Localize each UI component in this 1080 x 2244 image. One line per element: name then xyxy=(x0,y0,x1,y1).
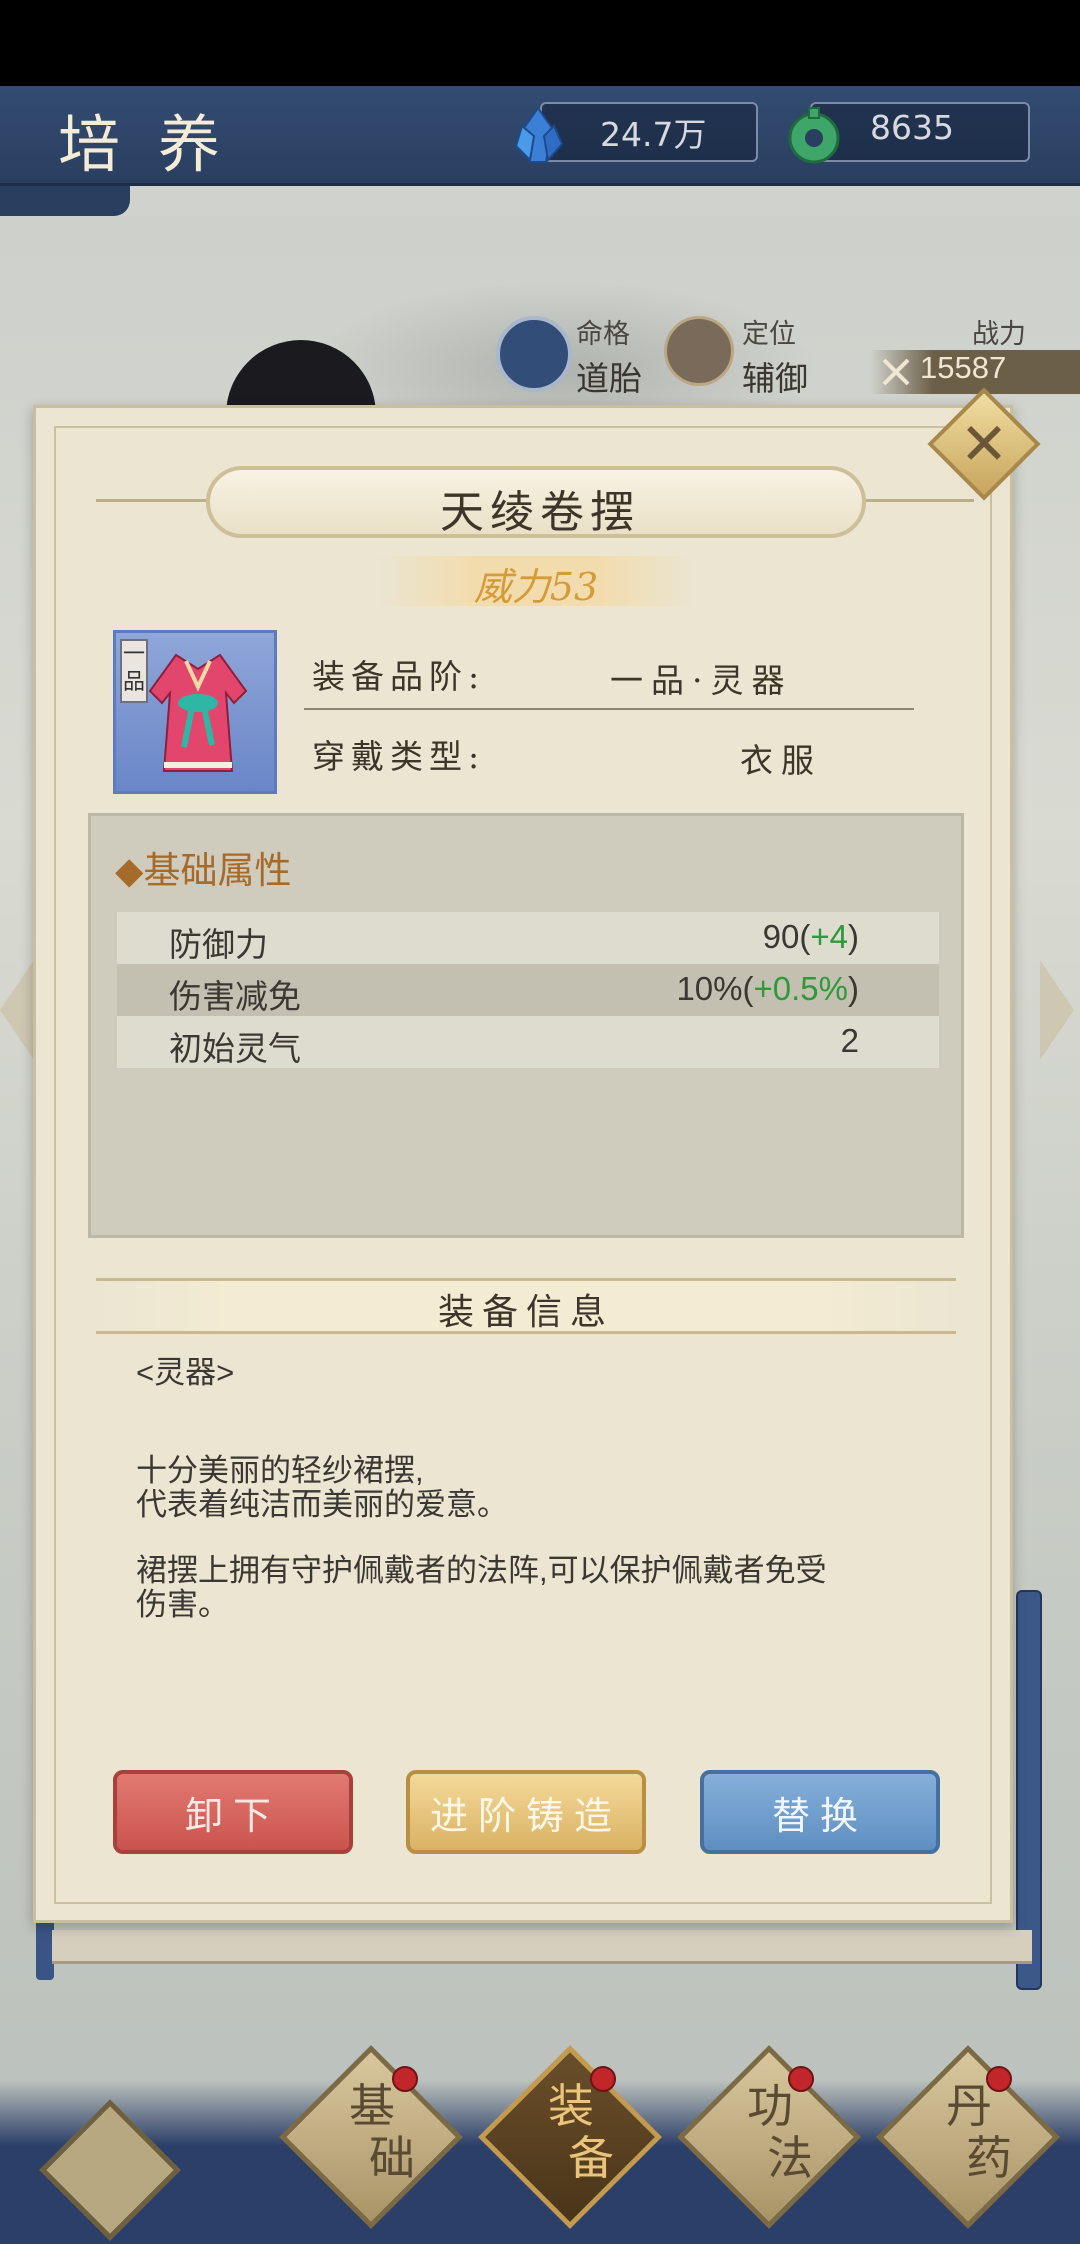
dingwei-value: 辅御 xyxy=(742,360,808,397)
tab-skills-label: 功法 xyxy=(747,2079,813,2185)
unequip-button[interactable]: 卸下 xyxy=(113,1770,353,1854)
item-category: <灵器> xyxy=(136,1355,235,1390)
power-ribbon: 威力53 xyxy=(376,556,696,609)
attribute-row: 初始灵气 2 xyxy=(117,1016,939,1068)
dingwei-label: 定位 xyxy=(742,319,796,349)
currency-value: 24.7万 xyxy=(600,115,707,154)
attribute-row: 防御力 90(+4) xyxy=(117,912,939,964)
replace-button[interactable]: 替换 xyxy=(700,1770,940,1854)
description-line: 十分美丽的轻纱裙摆, xyxy=(136,1453,424,1488)
info-banner: 装备信息 xyxy=(96,1278,956,1334)
swirl-icon xyxy=(496,316,572,392)
currency-spirit-stone[interactable]: 24.7万 xyxy=(540,102,758,162)
equipment-detail-panel: 天绫卷摆 ✕ 威力53 一品 装备品阶: 一品·灵器 穿戴类型: 衣服 ◆基础属… xyxy=(33,387,1041,1923)
description-line: 代表着纯洁而美丽的爱意。 xyxy=(136,1487,508,1522)
lotus-icon xyxy=(664,316,734,386)
info-divider xyxy=(304,708,914,710)
grade-value: 一品·灵器 xyxy=(610,661,793,700)
attribute-name: 初始灵气 xyxy=(169,1030,301,1067)
tab-pills-label: 丹药 xyxy=(946,2079,1012,2185)
attribute-name: 防御力 xyxy=(169,926,268,963)
scroll-bottom-edge xyxy=(52,1930,1032,1964)
attribute-box: ◆基础属性 防御力 90(+4) 伤害减免 10%(+0.5%) 初始灵气 2 xyxy=(88,813,964,1238)
title-ornament-right xyxy=(864,499,974,502)
currency-value: 8635 xyxy=(870,108,954,147)
close-icon[interactable]: ✕ xyxy=(954,414,1014,474)
top-header: 培养 24.7万 8635 xyxy=(0,86,1080,186)
notification-dot xyxy=(788,2066,814,2092)
notification-dot xyxy=(392,2066,418,2092)
grade-label: 装备品阶: xyxy=(312,657,486,696)
notification-dot xyxy=(986,2066,1012,2092)
description-line: 伤害。 xyxy=(136,1587,229,1622)
attribute-name: 伤害减免 xyxy=(169,978,301,1015)
header-tab-tail xyxy=(0,186,130,216)
type-value: 衣服 xyxy=(740,741,822,780)
info-title: 装备信息 xyxy=(437,1292,614,1333)
robe-icon xyxy=(148,653,248,772)
mingge-label: 命格 xyxy=(576,319,630,349)
item-name: 天绫卷摆 xyxy=(440,487,640,538)
attribute-row: 伤害减免 10%(+0.5%) xyxy=(117,964,939,1016)
upgrade-button[interactable]: 进阶铸造 xyxy=(406,1770,646,1854)
crystal-icon xyxy=(514,106,564,163)
page-title: 培养 xyxy=(58,108,259,181)
title-ornament-left xyxy=(96,499,208,502)
attribute-value: 90(+4) xyxy=(762,918,859,955)
grade-tag: 一品 xyxy=(120,639,148,703)
type-label: 穿戴类型: xyxy=(312,737,486,776)
item-power: 威力53 xyxy=(473,565,599,609)
tab-equipment-label: 装备 xyxy=(548,2079,614,2185)
status-bar xyxy=(0,0,1080,86)
sword-icon xyxy=(882,358,910,386)
tab-basic-label: 基础 xyxy=(349,2079,415,2185)
attribute-title: ◆基础属性 xyxy=(115,850,292,891)
power-value: 15587 xyxy=(920,350,1007,385)
left-arrow-icon[interactable] xyxy=(0,960,34,1060)
description-line: 裙摆上拥有守护佩戴者的法阵,可以保护佩戴者免受 xyxy=(136,1553,827,1588)
attribute-value: 2 xyxy=(840,1022,859,1059)
mingge-value: 道胎 xyxy=(576,360,642,397)
title-banner: 天绫卷摆 xyxy=(206,466,866,538)
attribute-value: 10%(+0.5%) xyxy=(676,970,859,1007)
notification-dot xyxy=(590,2066,616,2092)
jade-icon xyxy=(788,107,840,164)
right-arrow-icon[interactable] xyxy=(1040,960,1074,1060)
item-thumbnail[interactable]: 一品 xyxy=(113,630,277,794)
power-label: 战力 xyxy=(972,319,1026,349)
